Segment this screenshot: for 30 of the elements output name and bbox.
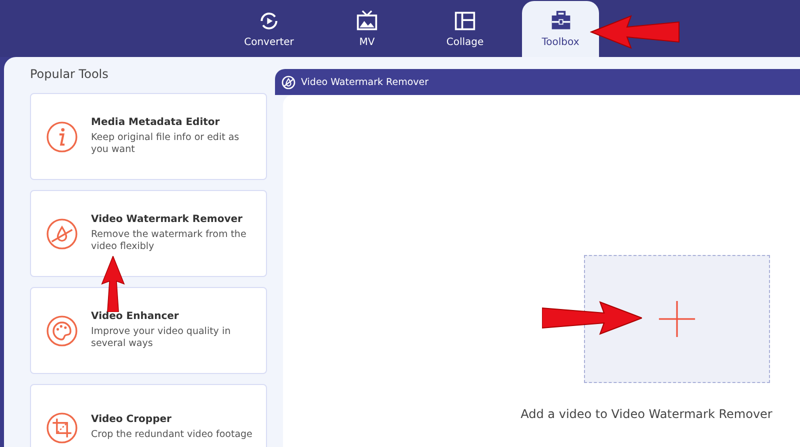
add-video-hint: Add a video to Video Watermark Remover: [520, 407, 772, 421]
tab[interactable]: Collage: [418, 1, 512, 57]
drop-slash-icon: [45, 216, 79, 250]
tool-description: Improve your video quality in several ways: [91, 326, 232, 350]
tv-picture-icon: [356, 10, 378, 32]
tool-card[interactable]: Video Watermark Remover Remove the watermark from the video flexibly: [30, 190, 267, 277]
tool-title: Video Watermark Remover: [91, 214, 244, 225]
tool-card[interactable]: Media Metadata Editor Keep original file info or edit as you want: [30, 93, 267, 180]
tab[interactable]: MV: [320, 1, 414, 57]
tool-title: Video Cropper: [91, 414, 172, 425]
tool-description: Remove the watermark from the video flexibly: [91, 228, 248, 254]
plus-icon: [658, 300, 696, 338]
info-icon: [45, 120, 79, 154]
tool-card[interactable]: Video Cropper Crop the redundant video footage: [30, 384, 267, 447]
crop-icon: [45, 410, 79, 444]
tab[interactable]: Converter: [222, 1, 316, 57]
add-video-button[interactable]: [584, 255, 770, 383]
refresh-play-icon: [258, 10, 280, 32]
layout-grid-icon: [454, 10, 476, 32]
section-title: Popular Tools: [30, 67, 110, 81]
tool-description: Keep original file info or edit as you want: [91, 132, 240, 156]
tool-card[interactable]: Video Enhancer Improve your video quality in several ways: [30, 287, 267, 374]
tool-title: Media Metadata Editor: [91, 116, 221, 128]
tool-title: Video Enhancer: [91, 310, 180, 322]
panel-title: Video Watermark Remover: [301, 76, 429, 88]
toolbox-icon: [550, 10, 572, 32]
tool-description: Crop the redundant video footage: [91, 428, 252, 442]
tab[interactable]: Toolbox: [522, 1, 599, 57]
drop-slash-icon: [281, 74, 296, 90]
palette-icon: [45, 314, 79, 348]
